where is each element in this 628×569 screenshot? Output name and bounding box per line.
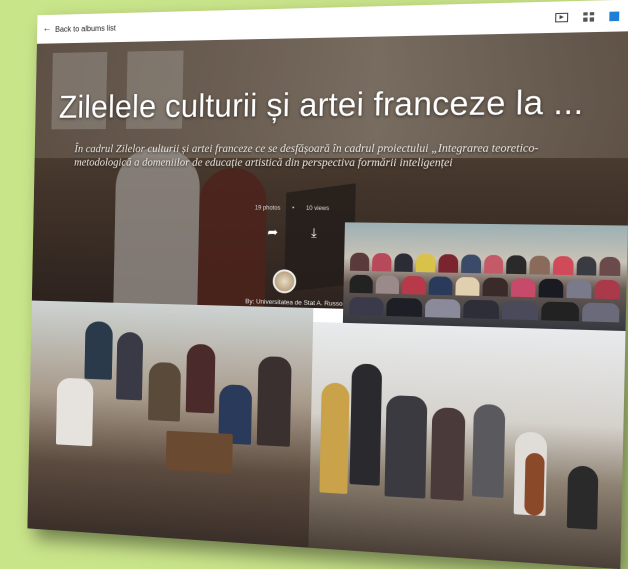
album-stats: 19 photos • 10 views — [254, 205, 330, 213]
photo-tile-ensemble[interactable] — [308, 321, 626, 569]
slideshow-icon[interactable] — [555, 12, 569, 22]
album-viewer-window: ← Back to albums list Zilelele culturii … — [27, 0, 628, 569]
photo-tile-rehearsal[interactable] — [27, 300, 314, 548]
view-count: 10 views — [305, 205, 330, 213]
back-to-albums-link[interactable]: ← Back to albums list — [42, 23, 115, 34]
app-square-icon[interactable] — [609, 10, 620, 21]
album-title: Zilelele culturii și artei franceze la .… — [58, 82, 585, 125]
photo-count: 19 photos — [254, 205, 281, 212]
album-description: În cadrul Zilelor culturii și artei fran… — [74, 142, 539, 170]
back-label: Back to albums list — [55, 23, 116, 34]
toolbar-right — [555, 10, 626, 22]
album-actions: ➦ ⤓ — [266, 224, 321, 240]
photo-tile-group[interactable] — [342, 222, 628, 332]
arrow-left-icon: ← — [42, 23, 52, 35]
grid-view-icon[interactable] — [583, 11, 595, 22]
share-icon[interactable]: ➦ — [266, 224, 280, 239]
download-icon[interactable]: ⤓ — [307, 225, 321, 240]
